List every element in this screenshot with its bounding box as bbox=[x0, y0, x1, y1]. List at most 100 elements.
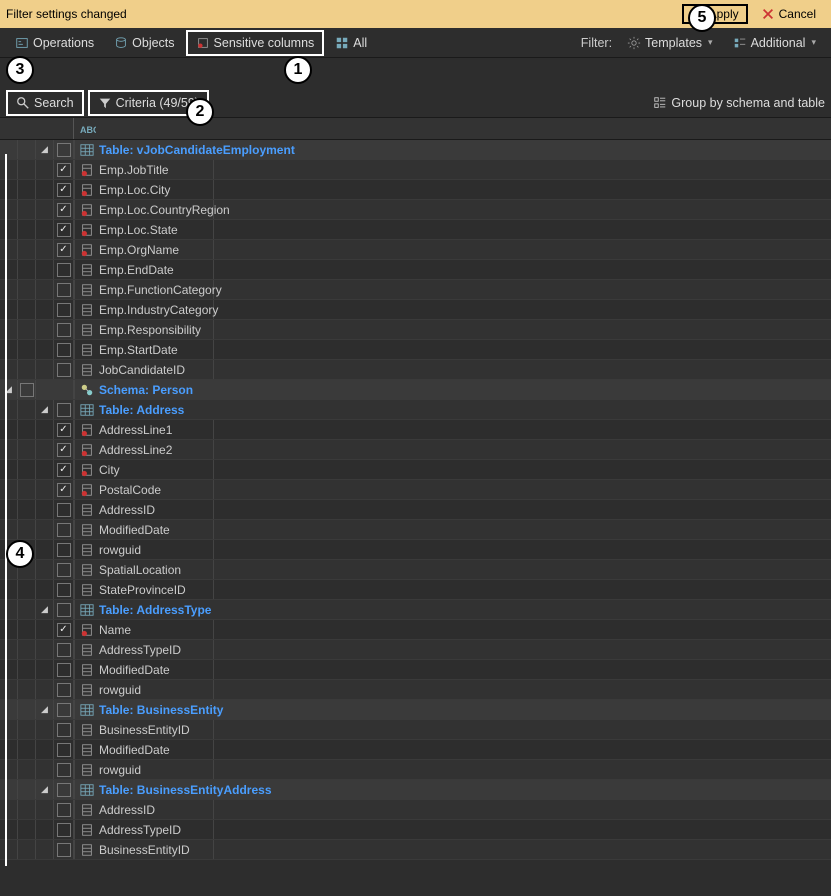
column-row[interactable]: StateProvinceID bbox=[0, 580, 831, 600]
checkbox[interactable] bbox=[57, 223, 71, 237]
col-label: PostalCode bbox=[99, 483, 161, 497]
checkbox[interactable] bbox=[57, 683, 71, 697]
column-row[interactable]: AddressID bbox=[0, 500, 831, 520]
col-label: Emp.Responsibility bbox=[99, 323, 201, 337]
table-row[interactable]: ◢ Table: Address bbox=[0, 400, 831, 420]
expander-icon[interactable]: ◢ bbox=[38, 704, 52, 715]
column-row[interactable]: Emp.Responsibility bbox=[0, 320, 831, 340]
operations-button[interactable]: Operations bbox=[6, 31, 103, 55]
table-icon bbox=[79, 782, 95, 798]
table-row[interactable]: ◢Table: vJobCandidateEmployment bbox=[0, 140, 831, 160]
checkbox[interactable] bbox=[57, 503, 71, 517]
column-row[interactable]: AddressLine1 bbox=[0, 420, 831, 440]
table-row[interactable]: ◢Table: BusinessEntity bbox=[0, 700, 831, 720]
checkbox[interactable] bbox=[57, 523, 71, 537]
column-row[interactable]: Emp.JobTitle bbox=[0, 160, 831, 180]
column-icon bbox=[79, 362, 95, 378]
expander-icon[interactable]: ◢ bbox=[38, 784, 52, 795]
objects-button[interactable]: Objects bbox=[105, 31, 183, 55]
column-row[interactable]: AddressID bbox=[0, 800, 831, 820]
checkbox[interactable] bbox=[57, 543, 71, 557]
column-row[interactable]: Emp.Loc.CountryRegion bbox=[0, 200, 831, 220]
sensitive-columns-button[interactable]: Sensitive columns bbox=[186, 30, 325, 56]
search-button[interactable]: Search bbox=[6, 90, 84, 116]
checkbox[interactable] bbox=[57, 163, 71, 177]
col-label: Emp.JobTitle bbox=[99, 163, 169, 177]
column-row[interactable]: Emp.StartDate bbox=[0, 340, 831, 360]
column-row[interactable]: rowguid bbox=[0, 540, 831, 560]
column-row[interactable]: AddressTypeID bbox=[0, 820, 831, 840]
checkbox[interactable] bbox=[57, 243, 71, 257]
schema-row[interactable]: ◢Schema: Person bbox=[0, 380, 831, 400]
objects-icon bbox=[114, 36, 128, 50]
table-row[interactable]: ◢Table: AddressType bbox=[0, 600, 831, 620]
checkbox[interactable] bbox=[57, 743, 71, 757]
checkbox[interactable] bbox=[57, 803, 71, 817]
checkbox[interactable] bbox=[57, 603, 71, 617]
checkbox[interactable] bbox=[57, 423, 71, 437]
checkbox[interactable] bbox=[57, 703, 71, 717]
checkbox[interactable] bbox=[57, 843, 71, 857]
checkbox[interactable] bbox=[57, 443, 71, 457]
checkbox[interactable] bbox=[57, 323, 71, 337]
column-row[interactable]: rowguid bbox=[0, 680, 831, 700]
checkbox[interactable] bbox=[57, 643, 71, 657]
checkbox[interactable] bbox=[57, 143, 71, 157]
callout-4: 4 bbox=[6, 540, 34, 568]
checkbox[interactable] bbox=[57, 763, 71, 777]
column-row[interactable]: City bbox=[0, 460, 831, 480]
table-label: Table: Address bbox=[99, 403, 184, 417]
checkbox[interactable] bbox=[57, 583, 71, 597]
checkbox[interactable] bbox=[57, 363, 71, 377]
object-tree[interactable]: ◢Table: vJobCandidateEmployment Emp.JobTi… bbox=[0, 140, 831, 896]
column-row[interactable]: ModifiedDate bbox=[0, 740, 831, 760]
column-row[interactable]: Name bbox=[0, 620, 831, 640]
checkbox[interactable] bbox=[57, 283, 71, 297]
checkbox[interactable] bbox=[57, 483, 71, 497]
column-row[interactable]: AddressTypeID bbox=[0, 640, 831, 660]
column-row[interactable]: BusinessEntityID bbox=[0, 720, 831, 740]
group-by-button[interactable]: Group by schema and table bbox=[653, 96, 825, 110]
column-row[interactable]: SpatialLocation bbox=[0, 560, 831, 580]
all-button[interactable]: All bbox=[326, 31, 376, 55]
checkbox[interactable] bbox=[57, 723, 71, 737]
column-row[interactable]: rowguid bbox=[0, 760, 831, 780]
checkbox[interactable] bbox=[57, 303, 71, 317]
checkbox[interactable] bbox=[57, 183, 71, 197]
checkbox[interactable] bbox=[57, 263, 71, 277]
expander-icon[interactable]: ◢ bbox=[2, 384, 16, 395]
checkbox[interactable] bbox=[57, 203, 71, 217]
column-row[interactable]: PostalCode bbox=[0, 480, 831, 500]
checkbox[interactable] bbox=[57, 663, 71, 677]
column-row[interactable]: Emp.Loc.City bbox=[0, 180, 831, 200]
column-row[interactable]: Emp.FunctionCategory bbox=[0, 280, 831, 300]
checkbox[interactable] bbox=[20, 383, 34, 397]
expander-icon[interactable]: ◢ bbox=[38, 404, 52, 415]
checkbox[interactable] bbox=[57, 343, 71, 357]
column-row[interactable]: Emp.IndustryCategory bbox=[0, 300, 831, 320]
checkbox[interactable] bbox=[57, 563, 71, 577]
column-row[interactable]: ModifiedDate bbox=[0, 660, 831, 680]
checkbox[interactable] bbox=[57, 403, 71, 417]
column-row[interactable]: AddressLine2 bbox=[0, 440, 831, 460]
checkbox[interactable] bbox=[57, 823, 71, 837]
column-row[interactable]: Emp.Loc.State bbox=[0, 220, 831, 240]
templates-dropdown[interactable]: Templates bbox=[618, 31, 722, 55]
col-label: AddressID bbox=[99, 503, 155, 517]
checkbox[interactable] bbox=[57, 783, 71, 797]
gear-icon bbox=[627, 36, 641, 50]
cancel-button[interactable]: Cancel bbox=[752, 4, 825, 24]
col-label: Emp.EndDate bbox=[99, 263, 174, 277]
sensitive-icon bbox=[196, 36, 210, 50]
checkbox[interactable] bbox=[57, 623, 71, 637]
column-row[interactable]: BusinessEntityID bbox=[0, 840, 831, 860]
column-row[interactable]: JobCandidateID bbox=[0, 360, 831, 380]
column-row[interactable]: Emp.OrgName bbox=[0, 240, 831, 260]
expander-icon[interactable]: ◢ bbox=[38, 144, 52, 155]
table-row[interactable]: ◢Table: BusinessEntityAddress bbox=[0, 780, 831, 800]
checkbox[interactable] bbox=[57, 463, 71, 477]
expander-icon[interactable]: ◢ bbox=[38, 604, 52, 615]
column-row[interactable]: Emp.EndDate bbox=[0, 260, 831, 280]
additional-dropdown[interactable]: Additional bbox=[724, 31, 825, 55]
column-row[interactable]: ModifiedDate bbox=[0, 520, 831, 540]
